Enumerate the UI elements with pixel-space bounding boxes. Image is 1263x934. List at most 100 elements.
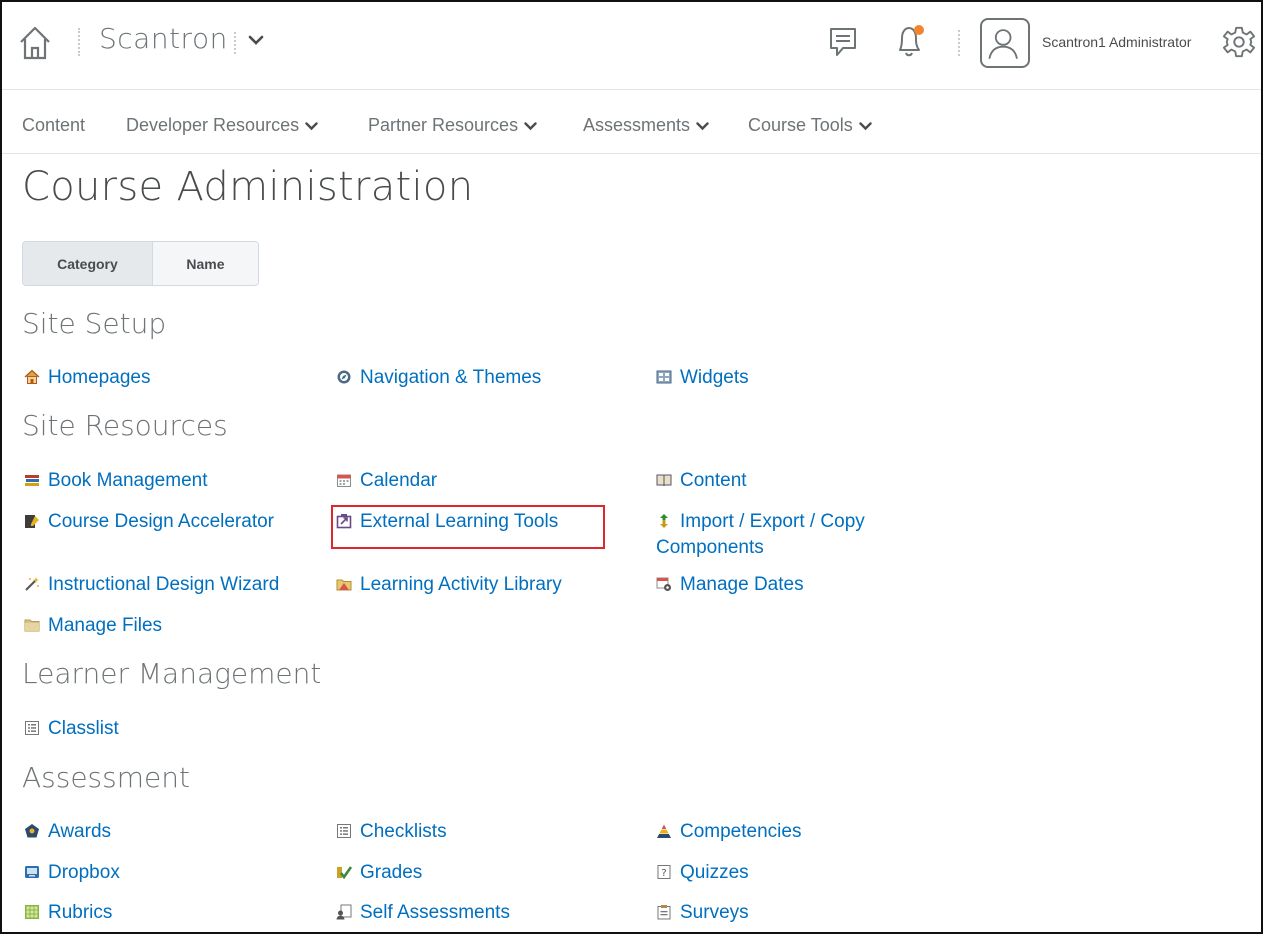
tool-link-navigation-themes[interactable]: Navigation & Themes [336,365,541,391]
tool-label: Import / Export / Copy [680,511,865,532]
avatar-icon [988,29,1018,59]
tool-link-rubrics[interactable]: Rubrics [24,900,112,926]
accelerator-icon [25,515,39,528]
tool-link-widgets[interactable]: Widgets [656,365,749,391]
list-icon [25,721,39,735]
nav-item-developer-resources[interactable]: Developer Resources [126,115,318,136]
tool-label: Manage Dates [680,574,804,595]
calendar-icon [337,474,351,487]
tool-label: Competencies [680,821,802,842]
page-title: Course Administration [22,164,474,210]
tool-link-dropbox[interactable]: Dropbox [24,860,120,886]
nav-label: Partner Resources [368,115,519,135]
tool-label: Awards [48,821,112,842]
tool-label: Checklists [360,821,447,842]
org-name-link[interactable]: Scantron [99,22,228,55]
section-heading-site-resources: Site Resources [22,409,228,442]
tool-link-awards[interactable]: Awards [24,819,111,845]
avatar[interactable] [980,18,1030,68]
tool-label: Book Management [48,470,208,491]
tool-link-quizzes[interactable]: ? Quizzes [656,860,749,886]
nav-item-course-tools[interactable]: Course Tools [748,115,872,136]
svg-text:?: ? [661,868,666,879]
tool-link-calendar[interactable]: Calendar [336,468,437,494]
top-bar: Scantron Scantron1 Administrator [0,0,1263,90]
tool-link-homepages[interactable]: Homepages [24,365,150,391]
nav-item-partner-resources[interactable]: Partner Resources [368,115,537,136]
tool-link-self-assessments[interactable]: Self Assessments [336,900,510,926]
tool-link-import-export-copy-components[interactable]: Import / Export / Copy Components [656,509,865,561]
nav-label: Developer Resources [126,115,300,135]
tool-link-checklists[interactable]: Checklists [336,819,447,845]
nav-item-content[interactable]: Content [22,115,85,136]
tool-link-grades[interactable]: Grades [336,860,422,886]
survey-icon [657,905,671,920]
tool-link-surveys[interactable]: Surveys [656,900,749,926]
folder-icon [24,619,40,632]
open-book-icon [656,474,672,487]
import-export-icon [660,514,668,528]
tool-label: Navigation & Themes [360,367,542,388]
tool-label: Rubrics [48,902,113,923]
highlight-box [331,505,605,549]
tool-link-manage-dates[interactable]: Manage Dates [656,572,804,598]
tool-label: Self Assessments [360,902,510,923]
quiz-icon: ? [657,865,671,879]
calendar-gear-icon [656,577,671,591]
separator [78,28,80,56]
chevron-down-icon [305,122,318,130]
home-icon[interactable] [18,22,52,62]
award-icon [25,824,39,838]
tool-label: Surveys [680,902,749,923]
nav-label: Content [22,115,86,135]
books-icon [25,475,39,486]
tool-link-content[interactable]: Content [656,468,747,494]
chevron-down-icon[interactable] [248,34,264,46]
chevron-down-icon [696,122,709,130]
section-heading-learner-management: Learner Management [22,657,322,690]
tool-link-instructional-design-wizard[interactable]: Instructional Design Wizard [24,572,279,598]
tool-label: Content [680,470,747,491]
tool-label: Learning Activity Library [360,574,562,595]
tool-label: Classlist [48,718,119,739]
tool-link-manage-files[interactable]: Manage Files [24,613,162,639]
toggle-category-button[interactable]: Category [23,242,153,285]
separator [234,32,236,54]
tool-label-line2: Components [656,537,764,558]
separator [958,30,960,56]
tool-label: Quizzes [680,862,749,883]
widgets-icon [656,370,672,384]
tool-link-classlist[interactable]: Classlist [24,716,119,742]
rubric-icon [25,905,39,919]
tool-link-book-management[interactable]: Book Management [24,468,208,494]
wand-icon [25,577,39,591]
message-icon[interactable] [828,26,858,60]
tool-link-learning-activity-library[interactable]: Learning Activity Library [336,572,562,598]
checklist-icon [337,824,351,838]
tool-link-course-design-accelerator[interactable]: Course Design Accelerator [24,509,274,535]
library-icon [336,579,352,591]
nav-item-assessments[interactable]: Assessments [583,115,709,136]
tool-label: Homepages [48,367,151,388]
tool-label: Dropbox [48,862,120,883]
section-heading-assessment: Assessment [22,761,190,794]
course-nav-bar: Content Developer Resources Partner Reso… [0,90,1263,154]
toggle-name-button[interactable]: Name [152,242,258,285]
tool-label: Widgets [680,367,749,388]
gear-icon[interactable] [1222,24,1256,60]
view-toggle: Category Name [22,241,259,286]
tool-link-competencies[interactable]: Competencies [656,819,801,845]
nav-label: Course Tools [748,115,853,135]
tool-label: Grades [360,862,423,883]
chevron-down-icon [859,122,872,130]
pyramid-icon [657,824,671,838]
grades-icon [337,866,352,880]
chevron-down-icon [524,122,537,130]
bell-icon[interactable] [892,22,928,60]
self-assessment-icon [336,904,352,920]
user-name[interactable]: Scantron1 Administrator [1042,34,1191,50]
tool-label: Calendar [360,470,438,491]
notification-dot [914,25,924,35]
compass-icon [337,370,351,384]
section-heading-site-setup: Site Setup [22,307,167,340]
